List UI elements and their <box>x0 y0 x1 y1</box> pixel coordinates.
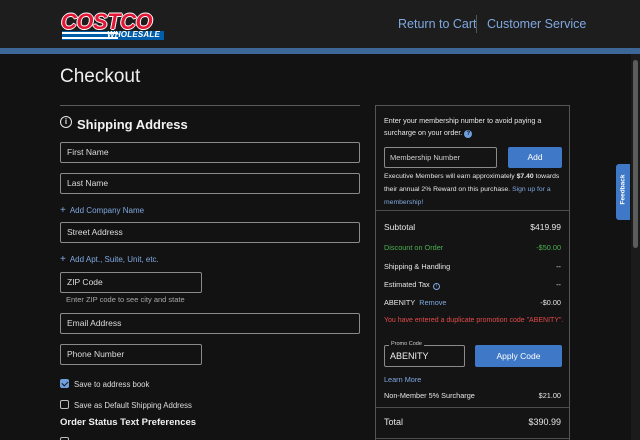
surcharge-value: $21.00 <box>538 391 561 400</box>
discount-value: -$50.00 <box>536 243 561 252</box>
plus-icon: + <box>60 254 66 265</box>
shipping-address-title: Shipping Address <box>77 117 188 132</box>
order-status-option <box>60 435 360 440</box>
save-address-book-checkbox[interactable] <box>60 379 69 388</box>
promo-code-value: ABENITY <box>390 351 429 361</box>
add-apt-link[interactable]: + Add Apt., Suite, Unit, etc. <box>60 254 159 265</box>
info-icon: i <box>60 116 72 128</box>
promo-value: -$0.00 <box>540 298 561 307</box>
phone-field[interactable]: Phone Number <box>60 344 202 365</box>
membership-prompt: Enter your membership number to avoid pa… <box>384 115 564 139</box>
apply-code-button[interactable]: Apply Code <box>475 345 562 367</box>
plus-icon: + <box>60 205 66 216</box>
add-company-link[interactable]: + Add Company Name <box>60 205 144 216</box>
zip-hint: Enter ZIP code to see city and state <box>66 295 185 304</box>
add-membership-button[interactable]: Add <box>508 147 562 168</box>
logo-stripes <box>62 32 118 39</box>
header-separator <box>476 15 477 33</box>
estimated-tax-label: Estimated Tax i <box>384 280 440 290</box>
feedback-label: Feedback <box>619 174 627 205</box>
estimated-tax-value: -- <box>556 280 561 289</box>
scrollbar-thumb[interactable] <box>633 60 638 248</box>
costco-logo[interactable]: COSTCO WHOLESALE <box>58 9 168 43</box>
street-address-field[interactable]: Street Address <box>60 222 360 243</box>
feedback-tab[interactable]: Feedback <box>616 164 630 220</box>
zip-code-field[interactable]: ZIP Code <box>60 272 202 293</box>
page-title: Checkout <box>60 66 141 87</box>
subtotal-label: Subtotal <box>384 222 416 232</box>
last-name-field[interactable]: Last Name <box>60 173 360 194</box>
promo-row-label: ABENITY Remove <box>384 298 446 307</box>
info-icon[interactable]: i <box>432 283 440 290</box>
save-default-label: Save as Default Shipping Address <box>74 401 192 410</box>
subtotal-value: $419.99 <box>530 222 561 232</box>
page-scrollbar[interactable] <box>631 54 640 440</box>
order-status-title: Order Status Text Preferences <box>60 417 197 428</box>
summary-divider <box>376 438 569 439</box>
return-to-cart-link[interactable]: Return to Cart <box>398 17 477 31</box>
duplicate-promo-error: You have entered a duplicate promotion c… <box>384 317 564 324</box>
exec-text-1: Executive Members will earn approximatel… <box>384 173 517 180</box>
email-field[interactable]: Email Address <box>60 313 360 334</box>
summary-divider <box>376 407 569 408</box>
customer-service-link[interactable]: Customer Service <box>487 17 586 31</box>
order-summary: Enter your membership number to avoid pa… <box>375 105 570 440</box>
site-header: COSTCO WHOLESALE Return to Cart Customer… <box>0 0 640 48</box>
first-name-field[interactable]: First Name <box>60 142 360 163</box>
promo-code-input[interactable]: Promo Code ABENITY <box>384 341 465 367</box>
add-apt-label: Add Apt., Suite, Unit, etc. <box>69 255 159 264</box>
promo-code-legend: Promo Code <box>389 341 424 347</box>
exec-amount: $7.40 <box>516 173 534 180</box>
discount-label: Discount on Order <box>384 243 444 252</box>
shipping-handling-value: -- <box>556 262 561 271</box>
summary-divider <box>376 210 569 211</box>
section-divider <box>60 105 360 106</box>
membership-prompt-text: Enter your membership number to avoid pa… <box>384 116 542 137</box>
add-company-label: Add Company Name <box>69 206 145 215</box>
promo-name: ABENITY <box>384 298 416 307</box>
shipping-handling-label: Shipping & Handling <box>384 262 451 271</box>
help-icon[interactable]: ? <box>464 130 473 138</box>
executive-reward-note: Executive Members will earn approximatel… <box>384 170 564 209</box>
estimated-tax-text: Estimated Tax <box>384 280 430 289</box>
save-address-book-label: Save to address book <box>74 380 150 389</box>
total-value: $390.99 <box>528 417 561 427</box>
header-accent-stripe <box>0 48 640 54</box>
save-default-checkbox[interactable] <box>60 400 69 409</box>
total-label: Total <box>384 417 404 427</box>
surcharge-label: Non-Member 5% Surcharge <box>384 391 475 400</box>
membership-number-input[interactable]: Membership Number <box>384 147 497 168</box>
remove-promo-link[interactable]: Remove <box>419 298 446 307</box>
learn-more-link[interactable]: Learn More <box>384 375 421 384</box>
